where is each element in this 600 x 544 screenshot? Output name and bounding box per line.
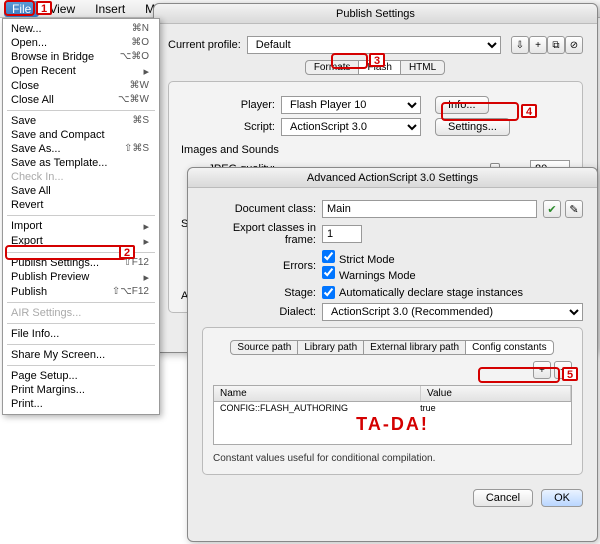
ok-button[interactable]: OK [541, 489, 583, 507]
stage-checkbox[interactable] [322, 286, 335, 299]
menu-share[interactable]: Share My Screen... [3, 348, 159, 362]
badge-2: 2 [119, 245, 135, 259]
table-row[interactable]: CONFIG::FLASH_AUTHORING true [214, 402, 571, 414]
cancel-button[interactable]: Cancel [473, 489, 533, 507]
script-label: Script: [181, 121, 281, 133]
badge-1: 1 [36, 1, 52, 15]
constants-table[interactable]: Name Value CONFIG::FLASH_AUTHORING true … [213, 385, 572, 445]
tab-external-lib[interactable]: External library path [363, 340, 466, 355]
tab-library-path[interactable]: Library path [297, 340, 364, 355]
edit-icon[interactable]: ✎ [565, 200, 583, 218]
script-select[interactable]: ActionScript 3.0 [281, 118, 421, 136]
profile-dup-icon[interactable]: ⧉ [547, 36, 565, 54]
col-name: Name [214, 386, 421, 401]
strict-checkbox[interactable] [322, 250, 335, 263]
menu-revert[interactable]: Revert [3, 198, 159, 212]
player-select[interactable]: Flash Player 10 [281, 96, 421, 114]
dialect-label: Dialect: [202, 306, 322, 318]
warnings-checkbox[interactable] [322, 266, 335, 279]
menu-saveas[interactable]: Save As...⇧⌘S [3, 142, 159, 156]
menu-pagesetup[interactable]: Page Setup... [3, 369, 159, 383]
file-menu-dropdown: New...⌘N Open...⌘O Browse in Bridge⌥⌘O O… [2, 18, 160, 415]
profile-add-icon[interactable]: + [529, 36, 547, 54]
menu-insert[interactable]: Insert [85, 2, 135, 16]
menu-print[interactable]: Print... [3, 397, 159, 411]
validate-icon[interactable]: ✔ [543, 200, 561, 218]
warnings-label: Warnings Mode [339, 270, 416, 282]
tab-html[interactable]: HTML [400, 60, 445, 75]
strict-label: Strict Mode [339, 254, 395, 266]
menu-margins[interactable]: Print Margins... [3, 383, 159, 397]
menu-open[interactable]: Open...⌘O [3, 36, 159, 50]
stage-text: Automatically declare stage instances [339, 287, 523, 299]
menu-savetpl[interactable]: Save as Template... [3, 156, 159, 170]
tab-source-path[interactable]: Source path [230, 340, 298, 355]
window-title: Publish Settings [154, 4, 597, 24]
tab-config-constants[interactable]: Config constants [465, 340, 554, 355]
menu-bridge[interactable]: Browse in Bridge⌥⌘O [3, 50, 159, 64]
badge-3: 3 [369, 53, 385, 67]
menu-checkin: Check In... [3, 170, 159, 184]
hint-text: Constant values useful for conditional c… [213, 453, 572, 464]
col-value: Value [421, 386, 571, 401]
menu-save[interactable]: Save⌘S [3, 114, 159, 128]
badge-5: 5 [562, 367, 578, 381]
callout-3 [331, 53, 368, 69]
menu-publish[interactable]: Publish⇧⌥F12 [3, 285, 159, 299]
callout-5 [478, 367, 560, 383]
menu-new[interactable]: New...⌘N [3, 22, 159, 36]
docclass-input[interactable] [322, 200, 537, 218]
tada-overlay: TA-DA! [356, 414, 429, 435]
callout-4 [441, 102, 519, 121]
menu-savecompact[interactable]: Save and Compact [3, 128, 159, 142]
player-label: Player: [181, 99, 281, 111]
menu-air: AIR Settings... [3, 306, 159, 320]
stage-label: Stage: [202, 287, 322, 299]
docclass-label: Document class: [202, 203, 322, 215]
menu-publish-preview[interactable]: Publish Preview▸ [3, 270, 159, 285]
menu-closeall[interactable]: Close All⌥⌘W [3, 93, 159, 107]
menu-close[interactable]: Close⌘W [3, 79, 159, 93]
window-title: Advanced ActionScript 3.0 Settings [188, 168, 597, 188]
profile-select[interactable]: Default [247, 36, 501, 54]
cfg-value: true [420, 403, 436, 413]
images-sounds-label: Images and Sounds [181, 144, 570, 156]
profile-delete-icon[interactable]: ⊘ [565, 36, 583, 54]
cfg-name: CONFIG::FLASH_AUTHORING [220, 403, 420, 413]
advanced-as3-window: Advanced ActionScript 3.0 Settings Docum… [187, 167, 598, 542]
callout-1 [4, 0, 35, 16]
badge-4: 4 [521, 104, 537, 118]
exportframe-input[interactable] [322, 225, 362, 243]
advanced-tabs: Source path Library path External librar… [213, 340, 572, 355]
errors-label: Errors: [202, 260, 322, 272]
callout-2 [5, 245, 127, 260]
dialect-select[interactable]: ActionScript 3.0 (Recommended) [322, 303, 583, 321]
menu-fileinfo[interactable]: File Info... [3, 327, 159, 341]
menu-recent[interactable]: Open Recent▸ [3, 64, 159, 79]
menu-import[interactable]: Import▸ [3, 219, 159, 234]
profile-label: Current profile: [168, 39, 247, 51]
profile-import-icon[interactable]: ⇩ [511, 36, 529, 54]
menu-saveall[interactable]: Save All [3, 184, 159, 198]
exportframe-label: Export classes in frame: [202, 222, 322, 246]
